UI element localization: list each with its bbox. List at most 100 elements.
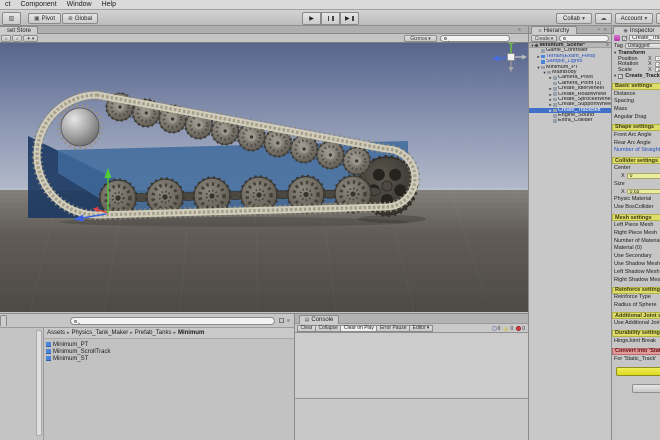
gameobject-icon [541,66,545,70]
tab-console[interactable]: ▤ Console [299,315,339,324]
inspector-property-label: Use Shadow Mesh [612,260,660,268]
tag-row: Tag Untagged ▾ [612,42,660,49]
cloud-button[interactable]: ☁ [595,13,612,24]
gameobject-icon [547,71,551,75]
inspector-link[interactable]: Number of Straight [612,147,660,155]
console-button-editor[interactable]: Editor▾ [409,325,433,332]
layers-button-partial[interactable] [656,13,660,24]
divider[interactable] [611,26,612,440]
hierarchy-search-input[interactable] [559,35,609,42]
console-badge-info[interactable]: 0 [492,326,501,332]
object-icon [614,35,620,41]
lighting-toggle-button[interactable]: ☼ [1,35,11,42]
inspector-property-label: HingeJoint Break [612,337,660,345]
step-button[interactable]: ▶ [340,12,359,25]
project-search-input[interactable] [70,317,275,325]
tag-dropdown[interactable]: Untagged ▾ [625,43,660,49]
global-toggle-button[interactable]: ⊕ Global [62,13,98,24]
chevron-down-icon: ▾ [428,36,431,42]
search-icon [74,320,77,323]
breadcrumb-item[interactable]: Assets [47,330,65,336]
audio-toggle-button[interactable]: ♪ [12,35,22,42]
project-item[interactable]: Minimum_PT [46,341,292,348]
console-button-collapse[interactable]: Collapse [315,325,341,332]
panel-menu-icon[interactable]: ≡ [287,318,290,324]
value-field[interactable]: 0.65 [627,189,660,195]
search-icon [444,37,447,40]
hierarchy-create-button[interactable]: Create ▾ [531,35,557,42]
gameobject-icon [541,49,545,53]
error-icon [516,326,521,331]
transform-tool-button[interactable]: ▧ [2,12,21,25]
inspector-property-label: Left Shadow Mesh [612,268,660,276]
play-button[interactable]: ▶ [302,12,321,25]
inspector-property-label: Left Piece Mesh [612,221,660,229]
console-log-list[interactable] [295,333,528,397]
effects-dropdown-button[interactable]: ✦▾ [23,35,38,42]
tab-inspector[interactable]: ◉ Inspector [613,26,660,34]
convert-button[interactable]: Update [616,367,660,376]
pause-icon [328,16,330,21]
tab-asset-store[interactable]: set Store [0,26,38,34]
panel-menu-icon[interactable]: ≡ [604,26,607,34]
pause-button[interactable] [321,12,340,25]
pivot-icon: ▣ [34,15,40,22]
create-label: Create [535,36,550,42]
hierarchy-tab-label: Hierarchy [544,28,570,34]
axis-label: X [648,67,653,73]
gameobject-icon [553,76,557,80]
menu-item-component[interactable]: Component [15,1,61,8]
prefab-icon [46,356,51,361]
breadcrumb-item[interactable]: Physics_Tank_Maker [72,330,129,336]
project-tab-partial[interactable] [0,315,7,326]
console-button-clear-on-play[interactable]: Clear on Play [340,325,377,332]
breadcrumb-item[interactable]: Minimum [178,330,204,336]
scene-menu-icon[interactable]: ≡ [518,26,521,34]
console-button-clear[interactable]: Clear [297,325,316,332]
lock-icon[interactable]: • [598,26,600,34]
active-checkbox[interactable]: ✓ [622,36,627,41]
value-field[interactable]: 0 [627,173,660,179]
scene-search-input[interactable] [440,35,510,42]
gameobject-icon [553,114,557,118]
name-field[interactable]: Create_TrackBelt [629,35,660,41]
script-component-header[interactable]: ▾ ✓ Create_TrackBelt (Script) [612,73,660,80]
component-checkbox[interactable]: ✓ [618,74,623,79]
value-field[interactable]: -1.5 [655,56,660,61]
inspector-section-header: Convert into 'Static_Track' [612,348,660,355]
asset-store-tab-label: set Store [7,28,31,34]
value-field[interactable]: 1 [655,67,660,72]
inspector-section-header: Shape settings [612,124,660,131]
menu-item-window[interactable]: Window [62,1,97,8]
gameobject-icon [553,92,557,96]
value-field[interactable]: -90 [655,62,660,67]
console-badge-warning[interactable]: 0 [503,326,513,332]
console-button-error-pause[interactable]: Error Pause [376,325,410,332]
breadcrumb: Assets▸Physics_Tank_Maker▸Prefab_Tanks▸M… [44,328,294,339]
menu-item-ct[interactable]: ct [0,1,15,8]
axis-label: X [621,173,625,179]
collab-button[interactable]: Collab ▾ [556,13,592,24]
tab-hierarchy[interactable]: ≡ Hierarchy [531,26,577,34]
effects-icon: ✦ [27,36,31,42]
add-component-button[interactable]: Add Component [632,384,660,393]
console-badge-error[interactable]: 0 [516,326,525,332]
gameobject-icon [553,87,557,91]
menu-item-help[interactable]: Help [97,1,121,8]
globe-icon: ⊕ [68,15,73,22]
gameobject-icon [553,82,557,86]
inspector-rows: Basic settingsDistanceSpacingMassAngular… [612,83,660,393]
project-item[interactable]: Minimum_ST [46,355,292,362]
gizmos-dropdown-button[interactable]: Gizmos ▾ [404,35,437,42]
hierarchy-item[interactable]: Extra_Collider [529,118,611,123]
lock-icon[interactable] [279,318,284,323]
inspector-section-header: Additional Joint settings [612,312,660,319]
scene-viewport[interactable] [0,43,528,312]
project-item[interactable]: Minimum_ScrollTrack [46,348,292,355]
scrollbar-thumb[interactable] [36,330,42,436]
breadcrumb-item[interactable]: Prefab_Tanks [135,330,172,336]
pivot-toggle-button[interactable]: ▣ Pivot [28,13,61,24]
account-button[interactable]: Account ▾ [615,13,653,24]
divider[interactable] [528,26,529,440]
idler-wheel-sphere[interactable] [61,108,99,146]
